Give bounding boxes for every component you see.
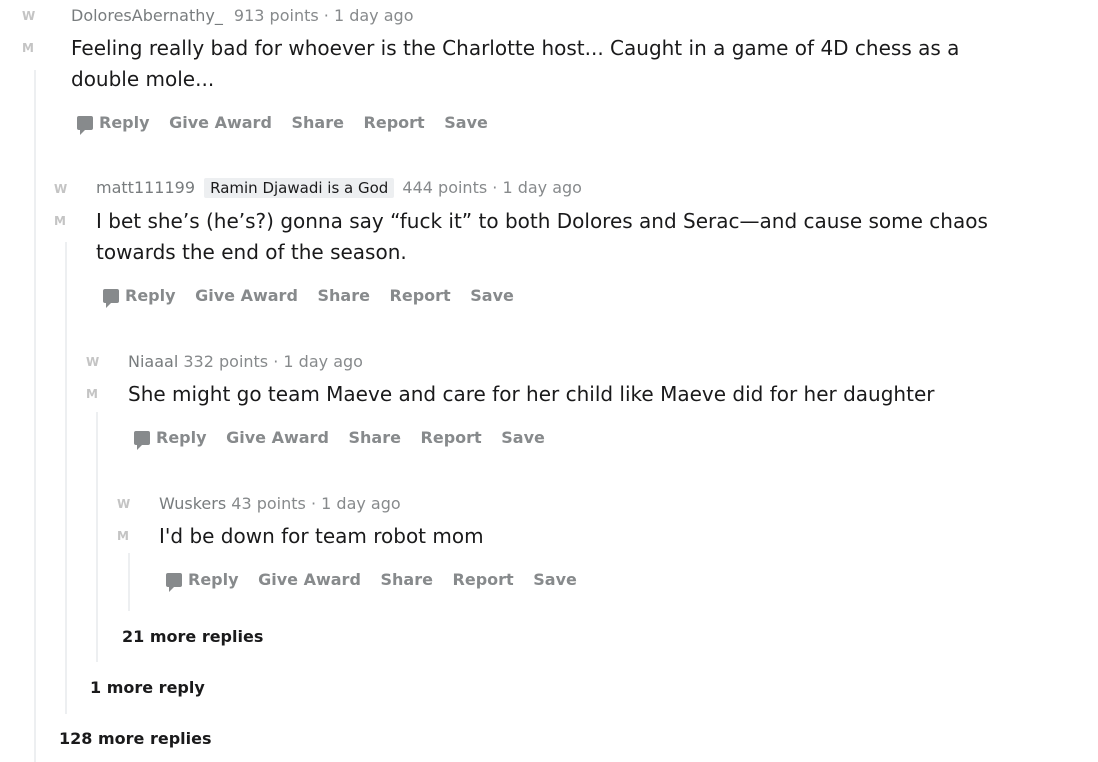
reply-button[interactable]: Reply [166,570,239,592]
points: 913 points [233,6,319,25]
comment-body: I'd be down for team robot mom [159,524,484,548]
author-link[interactable]: Niaaal [128,352,178,371]
reply-button[interactable]: Reply [103,286,176,308]
save-button[interactable]: Save [470,286,514,305]
report-button[interactable]: Report [390,286,451,305]
report-button[interactable]: Report [421,428,482,447]
thread-line-level-3[interactable] [128,553,130,611]
share-button[interactable]: Share [348,428,400,447]
save-button[interactable]: Save [533,570,577,589]
comment-body: She might go team Maeve and care for her… [128,382,935,406]
comment-body: Feeling really bad for whoever is the Ch… [71,36,960,91]
downvote-icon[interactable]: M [86,386,110,402]
points: 444 points [402,178,488,197]
downvote-icon[interactable]: M [22,40,46,56]
comment-meta: matt111199 Ramin Djawadi is a God 444 po… [96,178,582,198]
more-replies-link[interactable]: 128 more replies [59,729,211,748]
thread-line-level-2[interactable] [96,412,98,662]
timestamp[interactable]: · 1 day ago [273,352,363,371]
upvote-icon[interactable]: W [117,496,141,512]
user-flair: Ramin Djawadi is a God [204,178,395,198]
thread-line-level-0[interactable] [34,70,36,762]
vote-controls: W M [22,8,48,56]
comment-icon [166,573,182,592]
comment-meta: Wuskers 43 points · 1 day ago [159,494,401,513]
share-button[interactable]: Share [380,570,432,589]
author-link[interactable]: matt111199 [96,178,195,197]
upvote-icon[interactable]: W [86,354,110,370]
comment-icon [77,116,93,135]
timestamp[interactable]: · 1 day ago [311,494,401,513]
timestamp[interactable]: · 1 day ago [492,178,582,197]
give-award-button[interactable]: Give Award [169,113,272,132]
vote-controls: W M [54,181,80,229]
reply-button[interactable]: Reply [77,113,150,135]
comment-actions: Reply Give Award Share Report Save [103,286,528,308]
share-button[interactable]: Share [291,113,343,132]
author-link[interactable]: Wuskers [159,494,226,513]
downvote-icon[interactable]: M [54,213,78,229]
share-button[interactable]: Share [317,286,369,305]
comment-meta: DoloresAbernathy_ 913 points · 1 day ago [71,6,413,25]
comment-icon [134,431,150,450]
save-button[interactable]: Save [501,428,545,447]
more-replies-link[interactable]: 21 more replies [122,627,263,646]
save-button[interactable]: Save [444,113,488,132]
upvote-icon[interactable]: W [54,181,78,197]
comment-actions: Reply Give Award Share Report Save [77,113,502,135]
report-button[interactable]: Report [453,570,514,589]
upvote-icon[interactable]: W [22,8,46,24]
thread-line-level-1[interactable] [65,242,67,714]
vote-controls: W M [117,496,143,544]
comment-icon [103,289,119,308]
more-replies-link[interactable]: 1 more reply [90,678,205,697]
give-award-button[interactable]: Give Award [226,428,329,447]
points: 43 points [231,494,306,513]
comment-actions: Reply Give Award Share Report Save [134,428,559,450]
downvote-icon[interactable]: M [117,528,141,544]
give-award-button[interactable]: Give Award [258,570,361,589]
comment-body: I bet she’s (he’s?) gonna say “fuck it” … [96,209,988,264]
points: 332 points [183,352,269,371]
reply-button[interactable]: Reply [134,428,207,450]
report-button[interactable]: Report [364,113,425,132]
timestamp[interactable]: · 1 day ago [324,6,414,25]
vote-controls: W M [86,354,112,402]
give-award-button[interactable]: Give Award [195,286,298,305]
comment-meta: Niaaal 332 points · 1 day ago [128,352,363,371]
author-link[interactable]: DoloresAbernathy_ [71,6,223,25]
comment-actions: Reply Give Award Share Report Save [166,570,591,592]
